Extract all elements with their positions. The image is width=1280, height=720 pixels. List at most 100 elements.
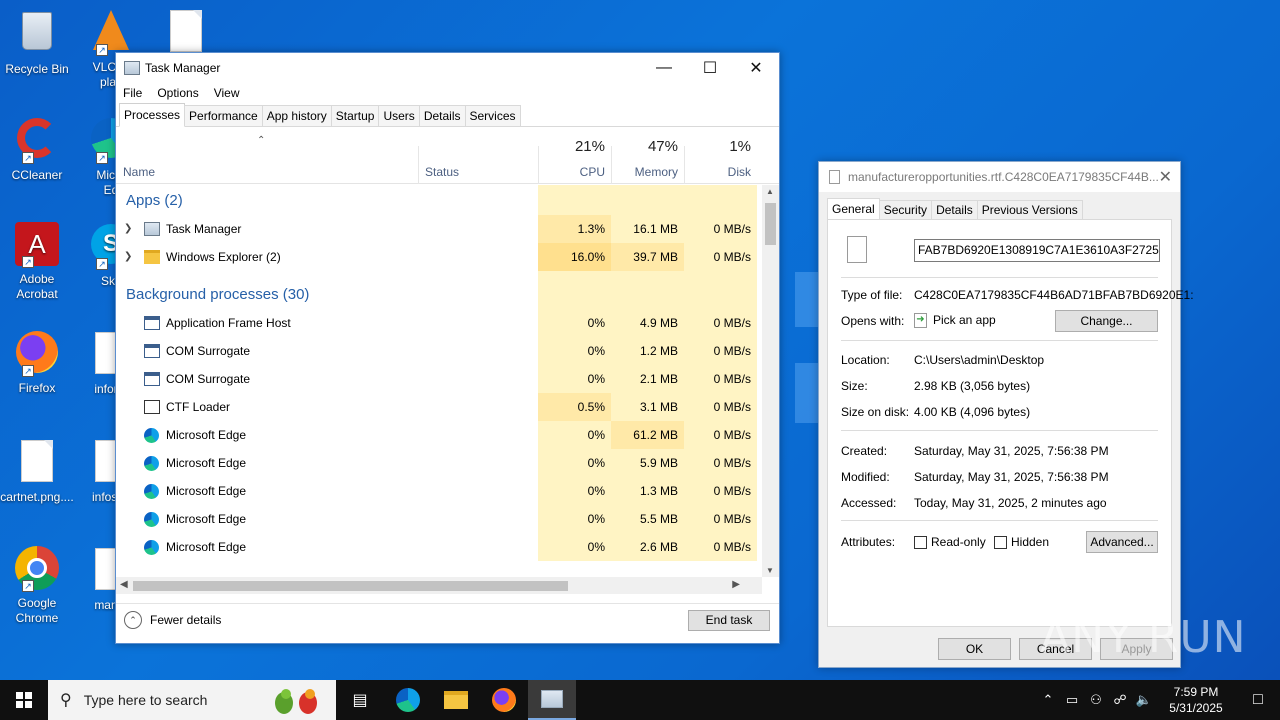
chevron-right-icon[interactable]: ❯ [124,215,132,243]
column-name[interactable]: Name [116,126,418,183]
process-row[interactable]: CTF Loader 0.5% 3.1 MB 0 MB/s [116,393,762,421]
tab-performance[interactable]: Performance [184,105,263,126]
network-icon[interactable]: ☍ [1108,692,1132,708]
task-manager-window[interactable]: Task Manager — ☐ ✕ File Options View Pro… [115,52,780,644]
pick-app-icon: ➜ [914,313,927,329]
chevron-up-icon: ⌃ [124,611,142,629]
scrollbar-thumb[interactable] [765,203,776,245]
security-icon[interactable]: ⚇ [1084,692,1108,708]
tab-details[interactable]: Details [418,105,466,126]
process-row[interactable]: Microsoft Edge 0% 5.5 MB 0 MB/s [116,505,762,533]
vertical-scrollbar[interactable]: ▲ ▼ [762,185,779,577]
tab-details[interactable]: Details [931,200,978,220]
chevron-right-icon[interactable]: ❯ [124,243,132,271]
process-group-header[interactable]: Apps (2) [116,185,762,215]
edge-taskbar-icon[interactable] [384,680,432,720]
maximize-button[interactable]: ☐ [687,53,733,83]
process-row[interactable]: Microsoft Edge 0% 61.2 MB 0 MB/s [116,421,762,449]
process-row[interactable]: COM Surrogate 0% 1.2 MB 0 MB/s [116,337,762,365]
shortcut-arrow-icon: ↗ [96,152,108,164]
tab-users[interactable]: Users [378,105,420,126]
checkbox-box[interactable] [914,535,927,549]
task-view-icon[interactable]: ▤ [336,680,384,720]
advanced-button[interactable]: Advanced... [1086,531,1158,553]
desktop-icon-acrobat[interactable]: A ↗ Adobe Acrobat [0,222,74,302]
process-row[interactable]: Microsoft Edge 0% 2.6 MB 0 MB/s [116,533,762,561]
file-properties-dialog[interactable]: manufactureropportunities.rtf.C428C0EA71… [818,161,1194,668]
notification-icon[interactable]: □ [1236,691,1280,709]
dialog-title-bar[interactable]: manufactureropportunities.rtf.C428C0EA71… [819,162,1180,192]
scroll-up-icon[interactable]: ▲ [766,187,774,196]
fewer-details-label: Fewer details [150,613,222,627]
desktop-file-icon[interactable] [170,10,202,52]
checkbox-box[interactable] [994,535,1007,549]
ok-button[interactable]: OK [938,638,1011,660]
end-task-button[interactable]: End task [688,610,770,631]
edge-icon [144,428,159,443]
process-row[interactable]: ❯ Task Manager 1.3% 16.1 MB 0 MB/s [116,215,762,243]
column-status[interactable]: Status [418,126,538,183]
column-disk[interactable]: 1% Disk [684,126,757,183]
close-button[interactable]: ✕ [733,53,779,83]
desktop-icon-label: Google Chrome [15,596,59,625]
file-icon [14,440,60,486]
desktop-icon-ccleaner[interactable]: ↗ CCleaner [0,116,74,183]
memory-value: 1.2 MB [639,344,678,358]
task-manager-taskbar-icon[interactable] [528,680,576,720]
menu-view[interactable]: View [214,86,240,100]
desktop-icon-recycle-bin[interactable]: Recycle Bin [0,8,74,77]
tab-previous-versions[interactable]: Previous Versions [976,200,1083,220]
process-row[interactable]: COM Surrogate 0% 2.1 MB 0 MB/s [116,365,762,393]
tab-services[interactable]: Services [464,105,521,126]
disk-value: 0 MB/s [713,250,751,264]
tab-processes[interactable]: Processes [119,103,186,127]
disk-value: 0 MB/s [713,484,751,498]
cpu-value: 16.0% [570,250,605,264]
column-cpu[interactable]: 21% CPU [538,126,611,183]
tab-app-history[interactable]: App history [261,105,332,126]
minimize-button[interactable]: — [641,53,687,83]
tab-startup[interactable]: Startup [330,105,380,126]
close-icon[interactable]: ✕ [1159,167,1172,187]
tab-general[interactable]: General [827,198,880,220]
chevron-up-icon[interactable]: ⌃ [1036,692,1060,708]
volume-icon[interactable]: 🔈 [1132,692,1156,708]
readonly-label: Read-only [931,535,986,549]
process-row[interactable]: ❯ Windows Explorer (2) 16.0% 39.7 MB 0 MB/s [116,243,762,271]
file-icon [847,236,867,263]
shortcut-arrow-icon: ↗ [22,256,34,268]
scroll-left-icon[interactable]: ◀ [120,579,128,590]
tab-security[interactable]: Security [878,200,933,220]
shortcut-arrow-icon: ↗ [96,258,108,270]
desktop-icon-label: CCleaner [11,168,63,182]
desktop-icon-firefox[interactable]: ↗ Firefox [0,330,74,396]
desktop-icon-file[interactable]: cartnet.png.... [0,438,74,505]
process-group-header[interactable]: Background processes (30) [116,279,762,309]
process-row[interactable]: Microsoft Edge 0% 5.9 MB 0 MB/s [116,449,762,477]
display-icon[interactable]: ▭ [1060,692,1084,708]
process-row[interactable]: Application Frame Host 0% 4.9 MB 0 MB/s [116,309,762,337]
menu-options[interactable]: Options [157,86,198,100]
desktop-icon-chrome[interactable]: ↗ Google Chrome [0,546,74,626]
fewer-details-button[interactable]: ⌃ Fewer details [124,611,221,629]
title-bar[interactable]: Task Manager — ☐ ✕ [116,53,779,83]
taskbar-search-box[interactable]: ⚲ Type here to search [48,680,336,720]
menu-file[interactable]: File [123,86,142,100]
process-row[interactable]: Microsoft Edge 0% 1.3 MB 0 MB/s [116,477,762,505]
column-memory[interactable]: 47% Memory [611,126,684,183]
scroll-right-icon[interactable]: ▶ [732,579,740,590]
horizontal-scrollbar[interactable]: ◀ ▶ [116,577,762,594]
opens-with-text: Pick an app [933,313,996,327]
system-tray: ⌃ ▭ ⚇ ☍ 🔈 7:59 PM 5/31/2025 □ [1036,680,1280,720]
start-button[interactable] [0,680,48,720]
hidden-checkbox[interactable]: Hidden [994,535,1049,549]
firefox-taskbar-icon[interactable] [480,680,528,720]
readonly-checkbox[interactable]: Read-only [914,535,986,549]
change-button[interactable]: Change... [1055,310,1158,332]
scroll-down-icon[interactable]: ▼ [766,566,774,575]
search-icon: ⚲ [60,692,72,709]
filename-field[interactable]: FAB7BD6920E1308919C7A1E3610A3F2725E0B0 [914,239,1160,262]
clock[interactable]: 7:59 PM 5/31/2025 [1156,684,1236,716]
file-explorer-icon[interactable] [432,680,480,720]
scrollbar-thumb[interactable] [133,581,568,591]
